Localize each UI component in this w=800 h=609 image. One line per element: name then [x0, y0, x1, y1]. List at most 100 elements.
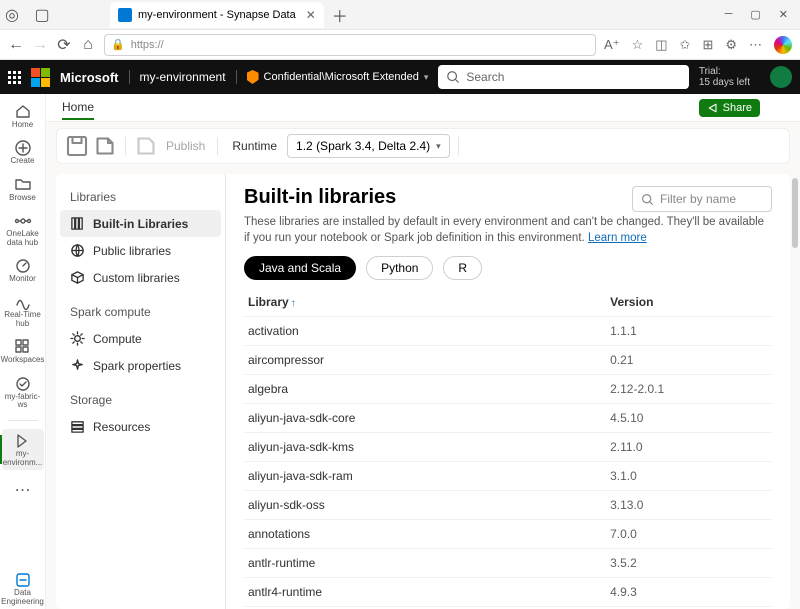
- library-version: 0.21: [606, 346, 772, 375]
- extensions-icon[interactable]: ⊞: [702, 37, 713, 53]
- runtime-dropdown[interactable]: 1.2 (Spark 3.4, Delta 2.4) ▾: [287, 134, 450, 158]
- learn-more-link[interactable]: Learn more: [588, 232, 647, 244]
- search-input[interactable]: Search: [438, 65, 688, 89]
- copilot-icon[interactable]: [774, 36, 792, 54]
- folder-icon: [14, 176, 32, 194]
- brand-text: Microsoft: [60, 70, 119, 85]
- leftnav-item-home[interactable]: Home: [2, 100, 44, 132]
- minimize-button[interactable]: ─: [725, 8, 733, 21]
- split-icon[interactable]: ◫: [655, 37, 667, 53]
- library-name: aliyun-java-sdk-kms: [244, 433, 606, 462]
- library-version: 7.0.0: [606, 520, 772, 549]
- col-version[interactable]: Version: [606, 288, 772, 317]
- sidebar-item-spark-properties[interactable]: Spark properties: [60, 352, 221, 379]
- read-aloud-icon[interactable]: A⁺: [604, 37, 620, 53]
- leftnav-item-workspaces[interactable]: Workspaces: [2, 335, 44, 367]
- shield-icon: [247, 70, 259, 84]
- spark-icon: [70, 358, 85, 373]
- leftnav-item-create[interactable]: Create: [2, 136, 44, 168]
- collections-icon[interactable]: ▢: [34, 5, 50, 25]
- window-controls: ─ ▢ ✕: [725, 8, 796, 21]
- favorite-icon[interactable]: ☆: [632, 37, 644, 53]
- url-text: https://: [131, 39, 164, 51]
- monitor-icon: [14, 257, 32, 275]
- close-icon[interactable]: ✕: [306, 8, 316, 22]
- library-version: 1.1.1: [606, 317, 772, 346]
- export-button[interactable]: [93, 134, 117, 158]
- table-row: antlr4-runtime4.9.3: [244, 578, 772, 607]
- home-icon: [14, 103, 32, 121]
- library-version: 3.5.2: [606, 549, 772, 578]
- page-description: These libraries are installed by default…: [244, 215, 772, 246]
- leftnav-more[interactable]: ⋯: [9, 474, 37, 506]
- command-bar: Publish Runtime 1.2 (Spark 3.4, Delta 2.…: [56, 128, 790, 164]
- url-bar[interactable]: 🔒 https://: [104, 34, 596, 56]
- lock-icon: 🔒: [111, 38, 125, 51]
- app-launcher-icon[interactable]: [8, 71, 21, 84]
- new-tab-button[interactable]: ＋: [332, 3, 348, 27]
- library-icon: [70, 216, 85, 231]
- table-row: aliyun-java-sdk-core4.5.10: [244, 404, 772, 433]
- sidebar-item-builtin-libraries[interactable]: Built-in Libraries: [60, 210, 221, 237]
- leftnav-item-real-time-hub[interactable]: Real-Time hub: [2, 290, 44, 331]
- scrollbar[interactable]: [790, 174, 800, 609]
- language-pills: Java and Scala Python R: [244, 256, 772, 280]
- table-row: aliyun-java-sdk-ram3.1.0: [244, 462, 772, 491]
- sidebar-item-resources[interactable]: Resources: [60, 413, 221, 440]
- share-button[interactable]: Share: [699, 99, 760, 117]
- maximize-button[interactable]: ▢: [750, 8, 760, 21]
- forward-button[interactable]: →: [32, 36, 48, 54]
- leftnav-persona-data-engineering[interactable]: Data Engineering: [2, 568, 44, 609]
- realtime-icon: [14, 293, 32, 311]
- gear-icon: [70, 331, 85, 346]
- pill-r[interactable]: R: [443, 256, 482, 280]
- publish-button[interactable]: Publish: [162, 139, 209, 153]
- table-row: antlr-runtime3.5.2: [244, 549, 772, 578]
- menu-icon[interactable]: ⋯: [749, 37, 762, 53]
- save-button[interactable]: [65, 134, 89, 158]
- section-libraries: Libraries: [60, 186, 221, 210]
- trial-status[interactable]: Trial: 15 days left: [699, 66, 750, 88]
- hub-icon: [14, 212, 32, 230]
- leftnav-item-my-fabric-ws[interactable]: my-fabric-ws: [2, 372, 44, 413]
- refresh-button[interactable]: ⟳: [56, 35, 72, 55]
- sidebar-item-compute[interactable]: Compute: [60, 325, 221, 352]
- sidebar-item-public-libraries[interactable]: Public libraries: [60, 237, 221, 264]
- tab-home[interactable]: Home: [62, 96, 94, 120]
- pill-python[interactable]: Python: [366, 256, 433, 280]
- app-header: Microsoft my-environment Confidential\Mi…: [0, 60, 800, 94]
- leftnav-item-browse[interactable]: Browse: [2, 173, 44, 205]
- pill-java-scala[interactable]: Java and Scala: [244, 256, 356, 280]
- share-icon: [707, 102, 719, 114]
- chevron-down-icon: ▾: [424, 72, 429, 83]
- data-engineering-icon: [14, 571, 32, 589]
- performance-icon[interactable]: ⚙: [725, 37, 737, 53]
- table-row: algebra2.12-2.0.1: [244, 375, 772, 404]
- environment-name[interactable]: my-environment: [129, 70, 226, 84]
- avatar[interactable]: [770, 66, 792, 88]
- leftnav-item-my-environm-[interactable]: my-environm...: [2, 429, 44, 470]
- profile-icon[interactable]: ◎: [4, 5, 20, 25]
- filter-input[interactable]: Filter by name: [632, 186, 772, 212]
- col-library[interactable]: Library↑: [244, 288, 606, 317]
- library-name: antlr4-runtime: [244, 578, 606, 607]
- tab-favicon: [118, 8, 132, 22]
- page-tabs: Home Share: [46, 94, 800, 122]
- sidebar-item-custom-libraries[interactable]: Custom libraries: [60, 264, 221, 291]
- back-button[interactable]: ←: [8, 36, 24, 54]
- grid-icon: [14, 338, 32, 356]
- home-button[interactable]: ⌂: [80, 36, 96, 54]
- tab-title: my-environment - Synapse Data: [138, 9, 296, 21]
- runtime-label: Runtime: [226, 139, 283, 153]
- section-spark-compute: Spark compute: [60, 301, 221, 325]
- libraries-table: Library↑ Version activation1.1.1aircompr…: [244, 288, 772, 609]
- leftnav-item-onelake-data-hub[interactable]: OneLake data hub: [2, 209, 44, 250]
- package-icon: [70, 270, 85, 285]
- sort-asc-icon: ↑: [291, 298, 296, 309]
- library-name: aliyun-sdk-oss: [244, 491, 606, 520]
- leftnav-item-monitor[interactable]: Monitor: [2, 254, 44, 286]
- favorites-bar-icon[interactable]: ✩: [680, 37, 691, 53]
- sensitivity-dropdown[interactable]: Confidential\Microsoft Extended ▾: [236, 70, 429, 84]
- browser-tab[interactable]: my-environment - Synapse Data ✕: [110, 2, 324, 28]
- close-window-button[interactable]: ✕: [779, 8, 788, 21]
